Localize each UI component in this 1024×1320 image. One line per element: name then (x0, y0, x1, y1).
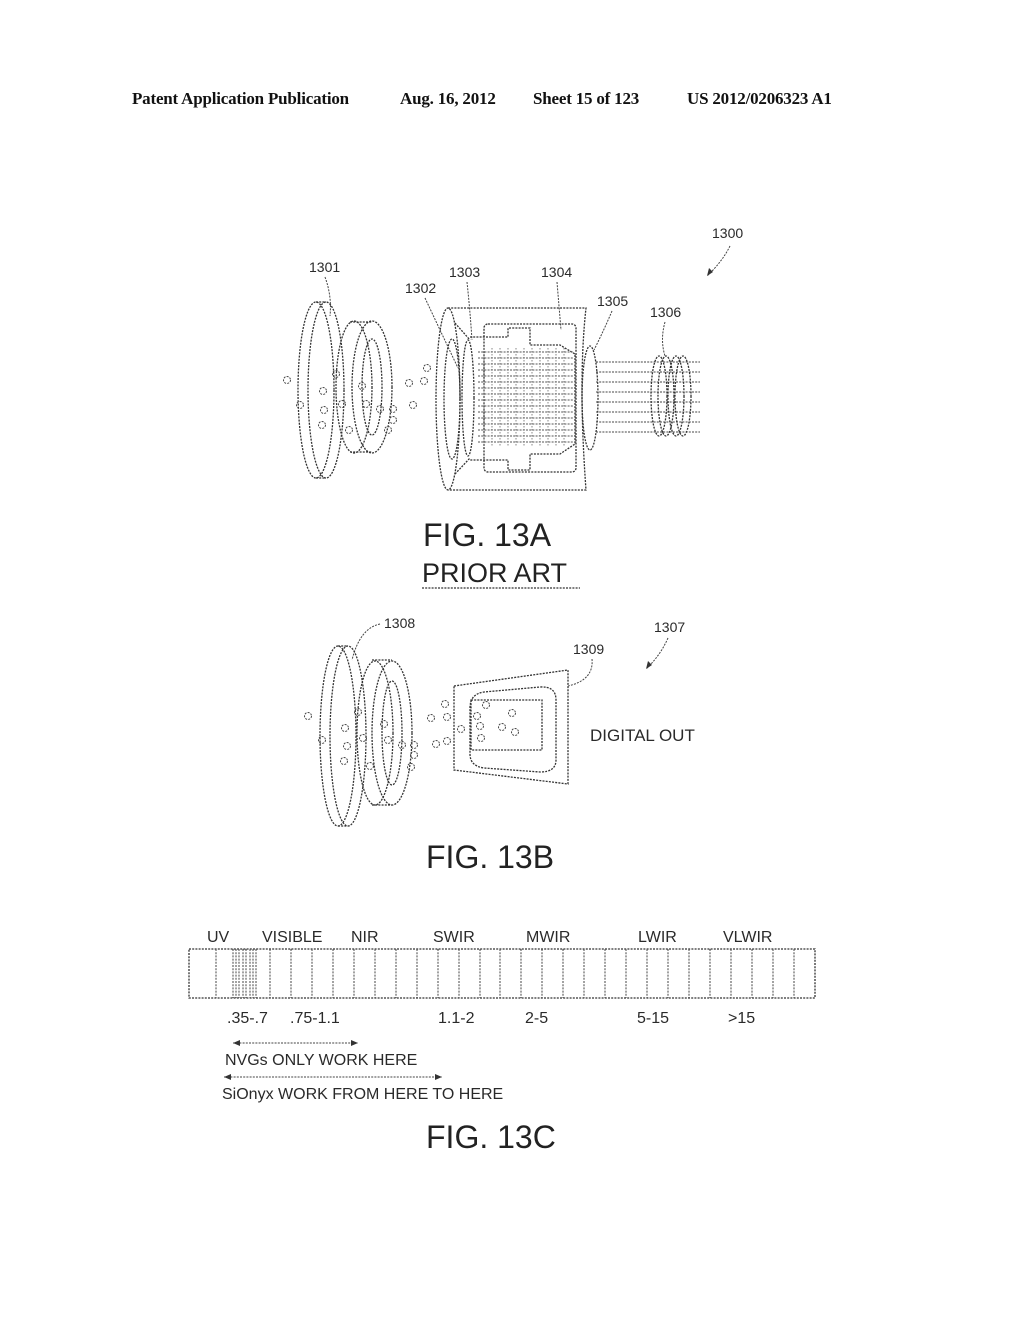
photon-circles-13a (283, 364, 431, 434)
band-range-nir: .75-1.1 (290, 1010, 340, 1027)
band-range-vlwir: >15 (728, 1010, 755, 1027)
eyepiece-lens-1306 (650, 355, 692, 437)
arrow-head-1307 (646, 661, 652, 669)
spectrum-bar (188, 948, 816, 999)
intensifier-tube-1304 (435, 307, 587, 491)
leader-1309 (567, 658, 593, 687)
phosphor-screen-1305 (581, 345, 599, 451)
digital-sensor-1309 (453, 669, 569, 785)
drawing-sheet: 1300 1301 1302 1303 1304 1305 1306 FIG. … (188, 225, 816, 1155)
fig-13c-caption: FIG. 13C (426, 1119, 556, 1155)
band-name-vlwir: VLWIR (723, 929, 772, 946)
ref-1308: 1308 (384, 615, 415, 631)
sionyx-range-arrow (224, 1074, 442, 1080)
fig-13a-caption: FIG. 13A (423, 517, 552, 553)
band-range-visible: .35-.7 (227, 1010, 268, 1027)
band-range-labels: .35-.7 .75-1.1 1.1-2 2-5 5-15 >15 (227, 1010, 755, 1027)
ref-1300: 1300 (712, 225, 743, 241)
ref-1301: 1301 (309, 259, 340, 275)
band-range-swir: 1.1-2 (438, 1010, 475, 1027)
leader-1304 (556, 281, 562, 331)
band-name-lwir: LWIR (638, 929, 677, 946)
band-range-mwir: 2-5 (525, 1010, 548, 1027)
nvg-range-arrow (233, 1040, 358, 1046)
band-name-uv: UV (207, 929, 230, 946)
objective-lens-1301 (297, 301, 393, 479)
hatched-core-1303 (478, 348, 574, 446)
ref-1305: 1305 (597, 293, 628, 309)
fig-13b-caption: FIG. 13B (426, 839, 554, 875)
prior-art-label: PRIOR ART (422, 558, 567, 588)
band-range-lwir: 5-15 (637, 1010, 669, 1027)
band-name-labels: UV VISIBLE NIR SWIR MWIR LWIR VLWIR (207, 929, 772, 946)
ref-1309: 1309 (573, 641, 604, 657)
ref-1303: 1303 (449, 264, 480, 280)
photon-circles-13b (304, 700, 451, 771)
digital-out-label: DIGITAL OUT (590, 726, 695, 745)
arrow-head-1300 (707, 268, 713, 276)
fig-13c: UV VISIBLE NIR SWIR MWIR LWIR VLWIR .35-.7 .75-… (188, 929, 816, 1155)
ref-1302: 1302 (405, 280, 436, 296)
ref-1306: 1306 (650, 304, 681, 320)
band-name-mwir: MWIR (526, 929, 570, 946)
leader-1303 (466, 281, 473, 341)
band-name-swir: SWIR (433, 929, 475, 946)
band-name-nir: NIR (351, 929, 379, 946)
band-name-visible: VISIBLE (262, 929, 322, 946)
leader-1301 (324, 276, 331, 317)
sionyx-range-label: SiOnyx WORK FROM HERE TO HERE (222, 1086, 503, 1103)
nvg-range-label: NVGs ONLY WORK HERE (225, 1052, 417, 1069)
leader-1305 (593, 310, 613, 351)
ref-1304: 1304 (541, 264, 572, 280)
fig-13a: 1300 1301 1302 1303 1304 1305 1306 FIG. … (283, 225, 743, 589)
fig-13b: 1308 1307 1309 DIGITAL OUT FIG. 13B (304, 615, 695, 875)
leader-1306 (662, 321, 666, 357)
ref-1307: 1307 (654, 619, 685, 635)
